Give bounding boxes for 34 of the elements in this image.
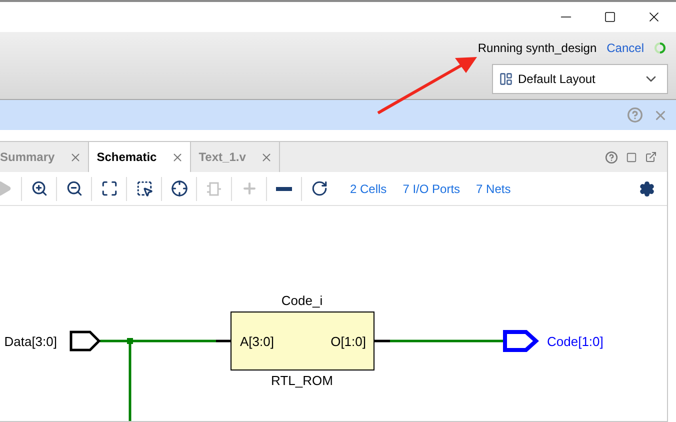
zoom-area-icon — [136, 180, 152, 197]
stats-link[interactable]: 2 Cells — [350, 182, 387, 196]
stats-link[interactable]: 7 I/O Ports — [402, 182, 460, 196]
pin-label: O[1:0] — [330, 334, 366, 349]
pin-label: A[3:0] — [240, 334, 274, 349]
rom-cell[interactable] — [230, 312, 374, 370]
crosshair-icon — [170, 180, 188, 197]
tab[interactable]: Schematic — [88, 142, 191, 172]
fit-view-icon — [100, 180, 118, 197]
pin-stub — [374, 340, 390, 342]
status-text: Running synth_design — [478, 41, 597, 55]
float-window-icon[interactable] — [645, 151, 657, 163]
cell-icon — [207, 180, 221, 196]
layout-icon — [499, 72, 513, 86]
wire-junction — [127, 338, 133, 344]
minus-icon — [276, 186, 292, 190]
pin-stub — [216, 340, 231, 342]
output-port[interactable] — [503, 330, 539, 352]
help-icon[interactable] — [605, 150, 618, 164]
zoom-out-icon — [66, 180, 82, 197]
input-port[interactable] — [70, 330, 101, 352]
plus-icon — [240, 180, 258, 197]
zoom-in-icon — [30, 180, 48, 197]
layout-dropdown[interactable]: Default Layout — [492, 64, 668, 94]
cell-name: Code_i — [281, 293, 323, 308]
maximize-icon[interactable] — [604, 11, 616, 23]
cell-type: RTL_ROM — [271, 373, 333, 388]
port-label: Code[1:0] — [547, 334, 604, 349]
cancel-link[interactable]: Cancel — [606, 41, 644, 55]
port-label: Data[3:0] — [4, 334, 57, 349]
settings-button[interactable] — [639, 180, 655, 196]
refresh-icon — [310, 180, 328, 197]
forward-icon — [0, 180, 12, 197]
stats-link[interactable]: 7 Nets — [476, 182, 511, 196]
